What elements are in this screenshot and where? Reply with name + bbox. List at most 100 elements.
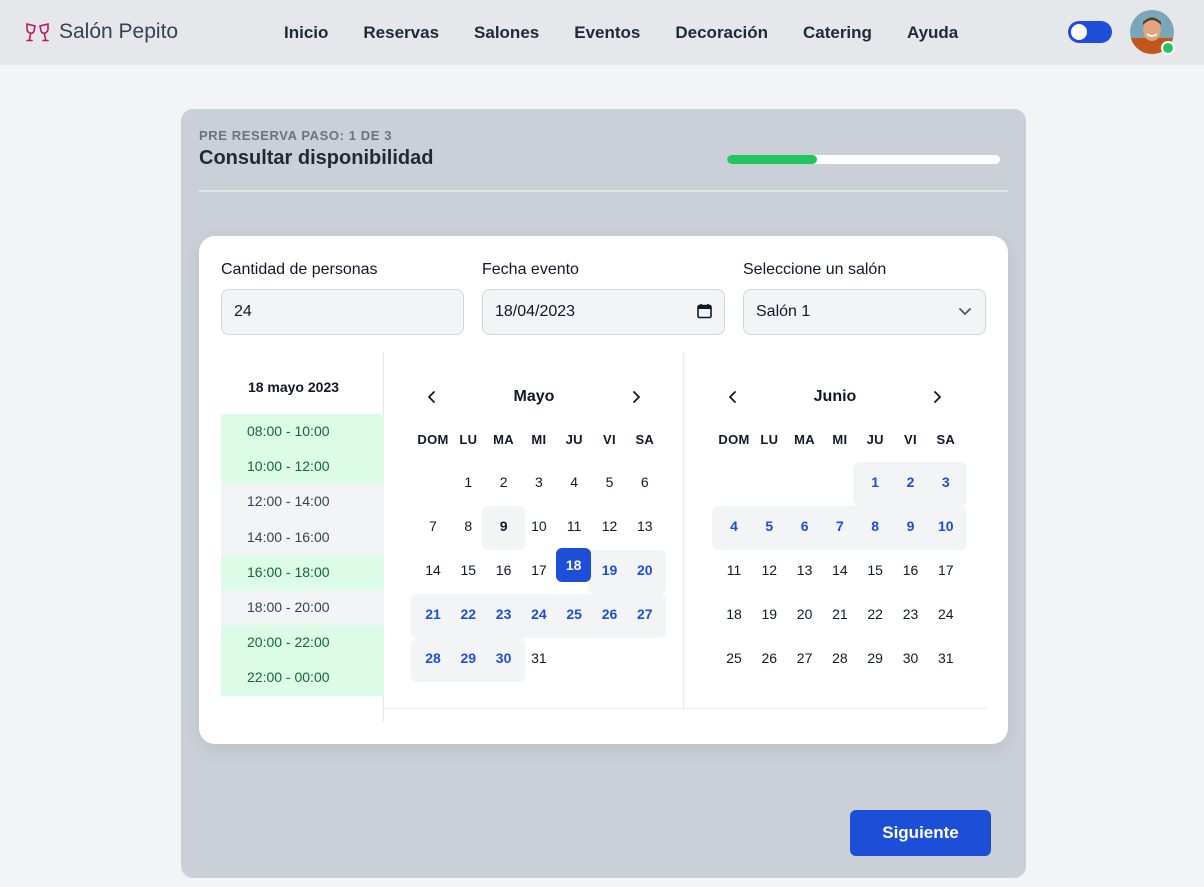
calendar-day[interactable]: 31 [928, 640, 964, 676]
calendar-day[interactable]: 13 [627, 508, 663, 544]
calendar-day[interactable]: 16 [486, 552, 522, 588]
time-slot-unavailable[interactable]: 18:00 - 20:00 [221, 589, 384, 626]
progress-bar [727, 155, 1000, 164]
calendar-day[interactable]: 11 [716, 552, 752, 588]
calendar-icon[interactable] [697, 303, 712, 324]
calendar-day-in-range[interactable]: 27 [627, 596, 663, 632]
calendar-day[interactable]: 17 [521, 552, 557, 588]
people-value: 24 [234, 303, 252, 320]
calendar-day[interactable]: 13 [787, 552, 823, 588]
calendar-day-in-range[interactable]: 3 [928, 464, 964, 500]
calendar-day-in-range[interactable]: 1 [857, 464, 893, 500]
calendar-day[interactable]: 15 [450, 552, 486, 588]
calendar-day-in-range[interactable]: 7 [822, 508, 858, 544]
calendar-day-in-range[interactable]: 28 [415, 640, 451, 676]
weekday-label: SA [635, 432, 655, 447]
calendar-day[interactable]: 1 [450, 464, 486, 500]
time-slot-available[interactable]: 08:00 - 10:00 [221, 414, 384, 450]
time-slot-unavailable[interactable]: 12:00 - 14:00 [221, 484, 384, 520]
calendar-day-in-range[interactable]: 2 [893, 464, 929, 500]
time-slot-available[interactable]: 22:00 - 00:00 [221, 660, 384, 696]
nav-link-eventos[interactable]: Eventos [557, 23, 658, 43]
theme-toggle[interactable] [1068, 21, 1112, 43]
calendar-day[interactable]: 25 [716, 640, 752, 676]
brand[interactable]: Salón Pepito [24, 18, 178, 45]
calendar-day[interactable]: 14 [415, 552, 451, 588]
time-slot-available[interactable]: 16:00 - 18:00 [221, 554, 384, 590]
calendar-day-in-range[interactable]: 25 [556, 596, 592, 632]
calendar-day-in-range[interactable]: 26 [592, 596, 628, 632]
nav-link-ayuda[interactable]: Ayuda [889, 23, 975, 43]
calendar-day[interactable]: 15 [857, 552, 893, 588]
user-avatar[interactable] [1130, 10, 1175, 55]
calendar-day[interactable]: 17 [928, 552, 964, 588]
time-slot-available[interactable]: 20:00 - 22:00 [221, 625, 384, 661]
calendar-day[interactable]: 2 [486, 464, 522, 500]
nav-link-decoracion[interactable]: Decoración [658, 23, 786, 43]
calendar-day-in-range[interactable]: 21 [415, 596, 451, 632]
weekday-label: MA [493, 432, 514, 447]
next-button[interactable]: Siguiente [850, 810, 991, 856]
nav-link-reservas[interactable]: Reservas [346, 23, 457, 43]
calendar-day[interactable]: 12 [751, 552, 787, 588]
calendar-day-selected[interactable]: 18 [556, 548, 592, 582]
calendar-day[interactable]: 21 [822, 596, 858, 632]
calendar-day-in-range[interactable]: 8 [857, 508, 893, 544]
calendar-day-in-range[interactable]: 6 [787, 508, 823, 544]
next-month-chevron-right-icon[interactable] [625, 386, 647, 408]
calendar-day[interactable]: 16 [893, 552, 929, 588]
calendar-day-in-range[interactable]: 23 [486, 596, 522, 632]
calendar-day-in-range[interactable]: 10 [928, 508, 964, 544]
nav-link-salones[interactable]: Salones [457, 23, 557, 43]
calendar-day-in-range[interactable]: 5 [751, 508, 787, 544]
calendar-day[interactable]: 29 [857, 640, 893, 676]
calendar-day[interactable]: 19 [751, 596, 787, 632]
calendar-day[interactable]: 3 [521, 464, 557, 500]
time-slots-column: 18 mayo 2023 08:00 - 10:00 10:00 - 12:00 1… [221, 352, 384, 722]
calendar-day[interactable]: 7 [415, 508, 451, 544]
calendar-day-in-range[interactable]: 22 [450, 596, 486, 632]
toggle-knob [1071, 24, 1087, 40]
calendar-day[interactable]: 20 [787, 596, 823, 632]
calendar-day[interactable]: 31 [521, 640, 557, 676]
nav-link-catering[interactable]: Catering [785, 23, 889, 43]
calendar-day[interactable]: 22 [857, 596, 893, 632]
calendar-day[interactable]: 11 [556, 508, 592, 544]
calendar-day-in-range[interactable]: 30 [486, 640, 522, 676]
calendar-day[interactable]: 26 [751, 640, 787, 676]
next-month-chevron-right-icon[interactable] [926, 386, 948, 408]
chevron-down-icon [957, 303, 973, 324]
wine-glasses-icon [24, 18, 51, 45]
calendar-day-in-range[interactable]: 24 [521, 596, 557, 632]
calendar-day-in-range[interactable]: 29 [450, 640, 486, 676]
calendar-day[interactable]: 8 [450, 508, 486, 544]
calendar-day-in-range[interactable]: 20 [627, 552, 663, 588]
weekday-label: DOM [718, 432, 750, 447]
calendar-day[interactable]: 4 [556, 464, 592, 500]
weekday-label: SA [936, 432, 956, 447]
calendar-day[interactable]: 27 [787, 640, 823, 676]
weekday-label: LU [459, 432, 478, 447]
calendar-day[interactable]: 30 [893, 640, 929, 676]
slots-date: 18 mayo 2023 [247, 379, 340, 395]
calendar-day[interactable]: 5 [592, 464, 628, 500]
calendar-day-in-range[interactable]: 9 [893, 508, 929, 544]
time-slot-available[interactable]: 10:00 - 12:00 [221, 449, 384, 485]
time-slot-unavailable[interactable]: 14:00 - 16:00 [221, 519, 384, 555]
nav-link-inicio[interactable]: Inicio [267, 23, 346, 43]
calendar-day-in-range[interactable]: 4 [716, 508, 752, 544]
calendar-day[interactable]: 23 [893, 596, 929, 632]
calendar-day-today[interactable]: 9 [486, 508, 522, 544]
calendar-day[interactable]: 24 [928, 596, 964, 632]
people-input[interactable]: 24 [221, 289, 464, 335]
calendar-day[interactable]: 14 [822, 552, 858, 588]
event-date-input[interactable]: 18/04/2023 [482, 289, 725, 335]
calendar-day[interactable]: 28 [822, 640, 858, 676]
calendar-day[interactable]: 18 [716, 596, 752, 632]
calendar-day[interactable]: 12 [592, 508, 628, 544]
salon-select[interactable]: Salón 1 [743, 289, 986, 335]
weekday-label: JU [565, 432, 583, 447]
calendar-day[interactable]: 6 [627, 464, 663, 500]
calendar-day-in-range[interactable]: 19 [592, 552, 628, 588]
calendar-day[interactable]: 10 [521, 508, 557, 544]
